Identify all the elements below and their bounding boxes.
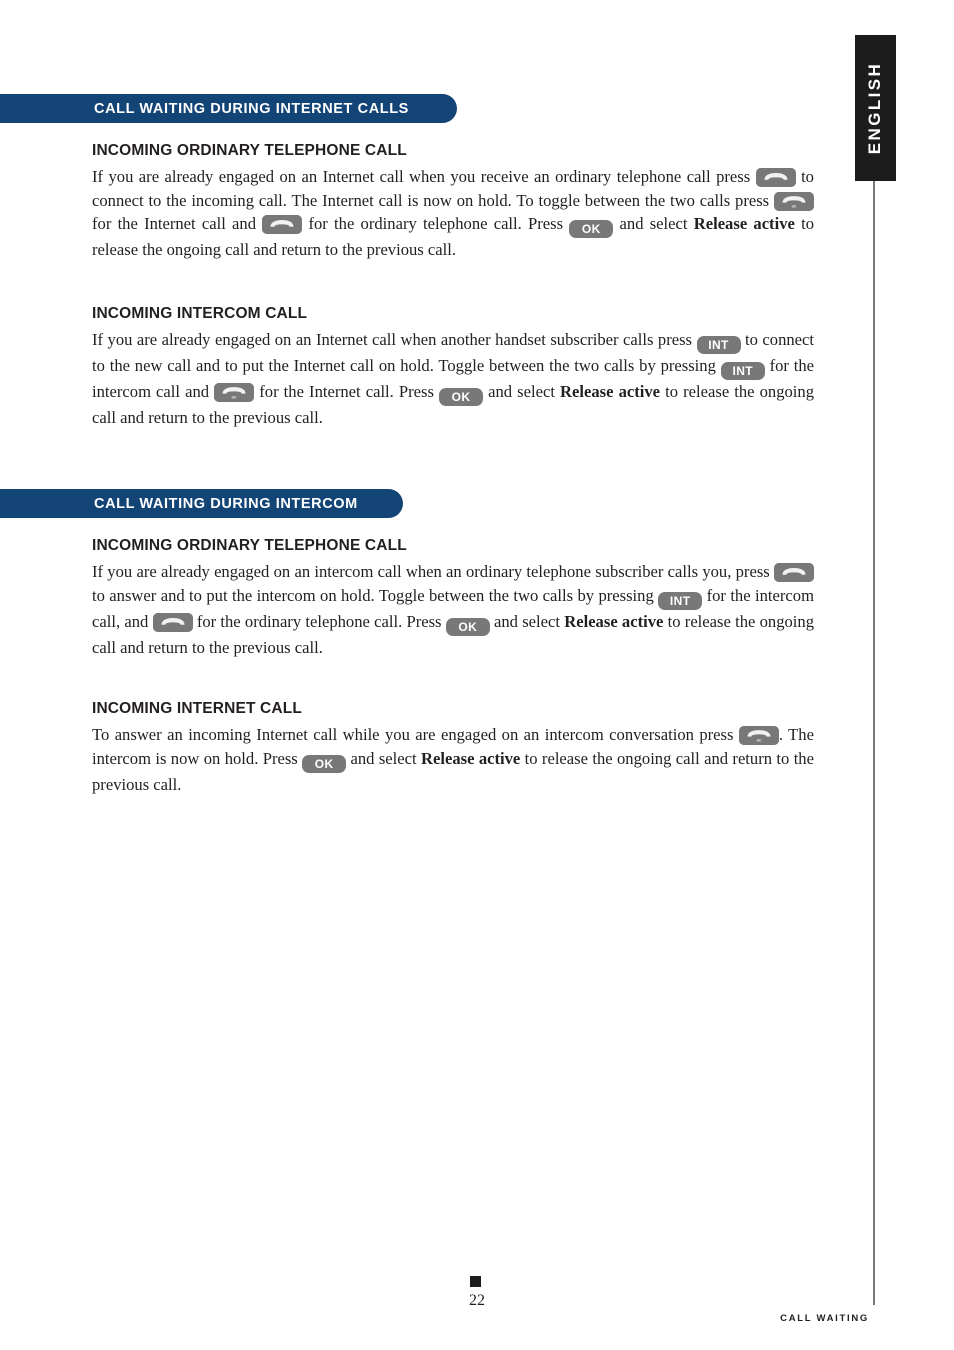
language-tab-label: ENGLISH	[865, 61, 885, 155]
subsection-body: If you are already engaged on an Interne…	[92, 165, 814, 262]
body-text: If you are already engaged on an interco…	[92, 562, 770, 581]
body-text: for the Internet call. Press	[259, 382, 434, 401]
ok-key[interactable]: OK	[302, 754, 347, 773]
ok-key[interactable]: OK	[569, 220, 614, 238]
svg-text:ac: ac	[232, 395, 238, 400]
int-key[interactable]: INT	[658, 591, 703, 610]
subsection-heading: INCOMING INTERCOM CALL	[92, 305, 308, 322]
body-text-bold: Release active	[421, 748, 521, 768]
svg-text:ac: ac	[756, 738, 762, 743]
int-key[interactable]: INT	[696, 336, 741, 354]
subsection-heading: INCOMING ORDINARY TELEPHONE CALL	[92, 142, 407, 159]
body-text: for the Internet call and	[92, 214, 257, 233]
footer-page-number: 22	[469, 1292, 485, 1309]
subsection-heading: INCOMING INTERNET CALL	[92, 700, 302, 717]
section-header-title: CALL WAITING DURING INTERCOM	[94, 495, 358, 512]
subsection-incoming-internet-call: INCOMING INTERNET CALL To answer an inco…	[92, 700, 814, 796]
ok-key[interactable]: OK	[439, 388, 484, 406]
subsection-incoming-ordinary-telephone-call-intercom: INCOMING ORDINARY TELEPHONE CALL If you …	[92, 537, 814, 659]
subsection-incoming-ordinary-telephone-call-internet: INCOMING ORDINARY TELEPHONE CALL If you …	[92, 142, 814, 262]
page-vertical-rule	[873, 170, 875, 1305]
body-text: and select	[350, 748, 417, 768]
language-tab-english: ENGLISH	[855, 35, 896, 181]
subsection-body: If you are already engaged on an Interne…	[92, 328, 814, 430]
phone-handset-icon[interactable]	[152, 612, 193, 632]
body-text: and select	[619, 214, 688, 233]
body-text: To answer an incoming Internet call whil…	[92, 725, 734, 744]
ok-key[interactable]: OK	[445, 617, 490, 636]
subsection-incoming-intercom-call: INCOMING INTERCOM CALL If you are alread…	[92, 305, 814, 430]
int-key[interactable]: INT	[720, 362, 765, 380]
internet-phone-handset-icon[interactable]: ac	[214, 383, 255, 402]
body-text: and select	[494, 611, 560, 631]
phone-handset-icon[interactable]	[755, 168, 796, 187]
svg-text:ac: ac	[791, 203, 797, 208]
body-text: for the ordinary telephone call. Press	[196, 611, 442, 631]
internet-phone-handset-icon[interactable]: ac	[738, 726, 779, 745]
body-text: To toggle between the two calls press	[516, 190, 770, 210]
footer-square-mark	[470, 1276, 481, 1287]
body-text: to answer and to put the intercom on hol…	[92, 585, 654, 605]
phone-handset-icon[interactable]	[774, 563, 814, 582]
body-text: If you are already engaged on an Interne…	[92, 330, 693, 349]
subsection-heading: INCOMING ORDINARY TELEPHONE CALL	[92, 537, 407, 554]
subsection-body: To answer an incoming Internet call whil…	[92, 723, 814, 796]
body-text-bold: Release active	[564, 611, 664, 631]
body-text-bold: Release active	[560, 382, 661, 401]
footer-section-label: CALL WAITING	[780, 1313, 869, 1324]
section-header-title: CALL WAITING DURING INTERNET CALLS	[94, 100, 409, 117]
section-header-bar-internet-calls: CALL WAITING DURING INTERNET CALLS	[0, 94, 457, 123]
body-text: and select	[488, 382, 555, 401]
body-text: for the ordinary telephone call. Press	[308, 214, 564, 233]
phone-handset-icon[interactable]	[262, 215, 303, 234]
body-text: .	[778, 725, 784, 744]
internet-phone-handset-icon[interactable]: ac	[774, 191, 814, 211]
subsection-body: If you are already engaged on an interco…	[92, 560, 814, 659]
body-text-bold: Release active	[693, 214, 795, 233]
section-header-bar-intercom: CALL WAITING DURING INTERCOM	[0, 489, 403, 518]
body-text: If you are already engaged on an Interne…	[92, 167, 751, 186]
